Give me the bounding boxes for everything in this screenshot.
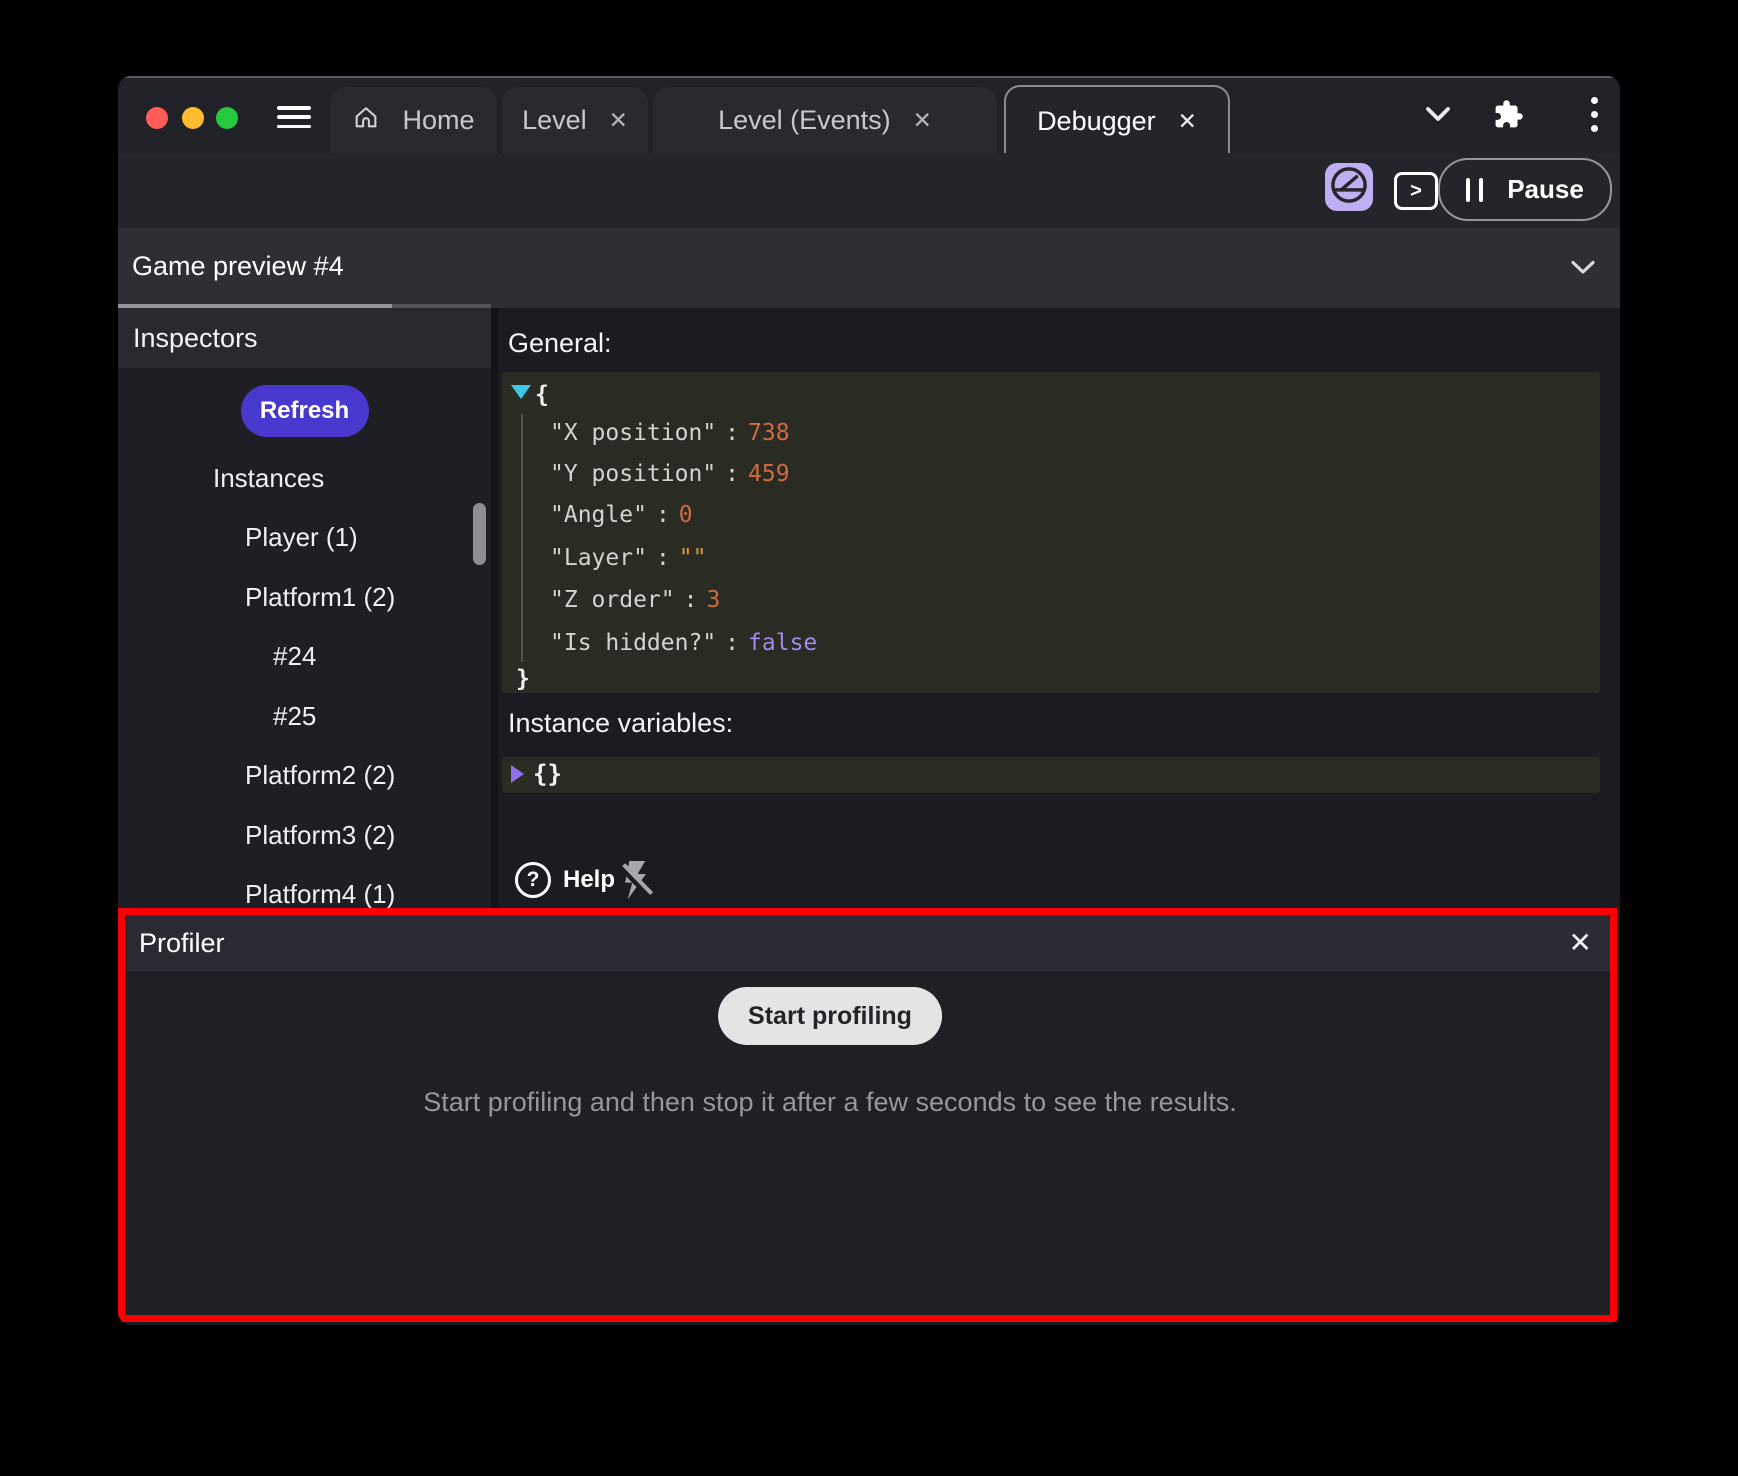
variables-value: {} (533, 757, 562, 793)
close-window-button[interactable] (146, 107, 168, 129)
minimize-window-button[interactable] (182, 107, 204, 129)
help-row: ? Help (498, 845, 1620, 917)
flash-off-icon[interactable] (616, 859, 656, 908)
app-window: Home Level ✕ Level (Events) ✕ Debugger ✕ (118, 76, 1620, 1325)
pause-button[interactable]: Pause (1438, 158, 1612, 221)
pause-label: Pause (1507, 174, 1584, 205)
help-icon[interactable]: ? (515, 862, 551, 898)
game-preview-selector[interactable]: Game preview #4 (118, 228, 1620, 308)
tab-label: Level (522, 105, 587, 136)
refresh-button[interactable]: Refresh (241, 385, 369, 437)
json-close-brace: } (502, 660, 1614, 698)
console-button[interactable]: > (1394, 172, 1438, 210)
tab-label: Home (402, 105, 474, 136)
titlebar: Home Level ✕ Level (Events) ✕ Debugger ✕ (118, 76, 1620, 153)
screenshot: Home Level ✕ Level (Events) ✕ Debugger ✕ (0, 0, 1738, 1476)
dropdown-chevron-icon (1570, 260, 1596, 280)
panel-divider (491, 308, 498, 908)
close-tab-icon[interactable]: ✕ (609, 109, 628, 132)
tab-label: Debugger (1037, 106, 1156, 137)
chevron-right-icon: > (1410, 180, 1422, 203)
home-icon (352, 103, 380, 138)
menu-hamburger-icon[interactable] (277, 106, 311, 128)
tab-debugger[interactable]: Debugger ✕ (1004, 85, 1230, 155)
tab-label: Level (Events) (718, 105, 891, 136)
json-row: "Layer":"" (502, 539, 1620, 577)
chevron-down-icon[interactable] (1414, 76, 1462, 153)
close-tab-icon[interactable]: ✕ (1178, 110, 1197, 133)
inspectors-sidebar: Inspectors Refresh Instances Player (1) … (118, 308, 491, 908)
tree-item-platform4[interactable]: Platform4 (1) (118, 865, 491, 908)
json-row: "X position":738 (502, 414, 1620, 452)
json-open-brace: { (502, 376, 1620, 414)
tab-level[interactable]: Level ✕ (502, 87, 648, 153)
tab-home[interactable]: Home (330, 87, 497, 153)
debugger-toolbar: > Pause (118, 153, 1620, 228)
json-row: "Z order":3 (502, 581, 1620, 619)
game-preview-label: Game preview #4 (132, 228, 344, 304)
inspectors-header: Inspectors (118, 308, 491, 368)
json-row: "Is hidden?":false (502, 624, 1620, 662)
tree-item-platform3[interactable]: Platform3 (2) (118, 806, 491, 865)
extensions-puzzle-icon[interactable] (1484, 76, 1532, 153)
zoom-window-button[interactable] (216, 107, 238, 129)
profiler-toggle-button[interactable] (1325, 163, 1373, 211)
tree-item-instance-25[interactable]: #25 (118, 687, 491, 746)
kebab-menu-icon[interactable] (1570, 76, 1618, 153)
instance-variables-title: Instance variables: (508, 708, 733, 739)
close-profiler-icon[interactable]: ✕ (1569, 915, 1592, 969)
json-row: "Y position":459 (502, 455, 1620, 493)
instance-inspector-panel: General: { "X position":738 "Y position"… (498, 308, 1620, 908)
json-row: "Angle":0 (502, 496, 1620, 534)
profiler-header: Profiler ✕ (125, 915, 1610, 971)
tree-item-platform2[interactable]: Platform2 (2) (118, 746, 491, 805)
gauge-icon (1328, 164, 1370, 211)
tree-item-player[interactable]: Player (1) (118, 508, 491, 567)
profiler-panel: Profiler ✕ Start profiling Start profili… (118, 908, 1617, 1322)
instance-variables-view: {} (502, 757, 1600, 793)
tree-item-instance-24[interactable]: #24 (118, 627, 491, 686)
pause-icon (1466, 178, 1483, 202)
sidebar-scrollbar-thumb[interactable] (473, 503, 486, 565)
profiler-message: Start profiling and then stop it after a… (280, 1087, 1380, 1118)
general-section-title: General: (508, 328, 612, 359)
general-json-view: { "X position":738 "Y position":459 "Ang… (502, 372, 1600, 693)
start-profiling-button[interactable]: Start profiling (718, 987, 942, 1045)
expand-triangle-icon[interactable] (511, 765, 524, 783)
inspectors-title: Inspectors (133, 323, 258, 354)
help-button[interactable]: Help (563, 845, 615, 915)
tab-level-events[interactable]: Level (Events) ✕ (653, 87, 997, 153)
profiler-title: Profiler (139, 915, 225, 971)
tree-item-instances[interactable]: Instances (118, 449, 491, 508)
close-tab-icon[interactable]: ✕ (913, 109, 932, 132)
tree-item-platform1[interactable]: Platform1 (2) (118, 568, 491, 627)
